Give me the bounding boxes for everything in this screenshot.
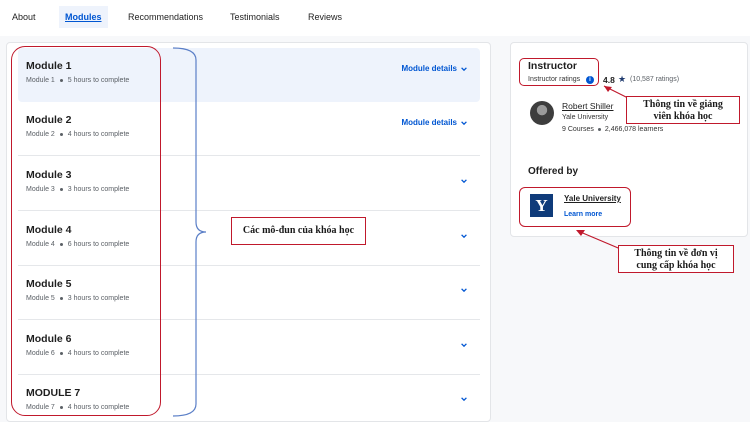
instructor-highlight-box (519, 58, 599, 86)
instructor-avatar[interactable] (530, 101, 554, 125)
tab-reviews[interactable]: Reviews (302, 6, 348, 28)
chevron-down-icon[interactable] (460, 395, 468, 403)
chevron-down-icon[interactable] (460, 177, 468, 185)
chevron-down-icon (461, 67, 467, 71)
offered-by-heading: Offered by (528, 166, 579, 177)
instructor-name-link[interactable]: Robert Shiller (562, 101, 614, 111)
instructor-stats: 9 Courses 2,466,078 learners (562, 126, 664, 133)
provider-highlight-box (519, 187, 631, 227)
instructor-annotation: Thông tin về giảng viên khóa học (626, 96, 740, 124)
module-details-link[interactable]: Module details (401, 64, 468, 73)
provider-annotation: Thông tin về đơn vị cung cấp khóa học (618, 245, 734, 273)
tab-modules[interactable]: Modules (59, 6, 108, 28)
rating-value: 4.8 (603, 75, 615, 85)
rating-count: (10,587 ratings) (630, 76, 680, 83)
instructor-org: Yale University (562, 114, 609, 121)
modules-highlight-box (11, 46, 161, 416)
course-tab-bar: About Modules Recommendations Testimonia… (0, 0, 750, 36)
chevron-down-icon[interactable] (460, 232, 468, 240)
tab-testimonials[interactable]: Testimonials (224, 6, 286, 28)
modules-annotation: Các mô-đun của khóa học (231, 217, 366, 245)
chevron-down-icon[interactable] (460, 341, 468, 349)
tab-about[interactable]: About (6, 6, 42, 28)
star-icon: ★ (618, 74, 627, 84)
chevron-down-icon[interactable] (460, 286, 468, 294)
tab-recommendations[interactable]: Recommendations (122, 6, 209, 28)
module-details-link[interactable]: Module details (401, 118, 468, 127)
chevron-down-icon (461, 121, 467, 125)
